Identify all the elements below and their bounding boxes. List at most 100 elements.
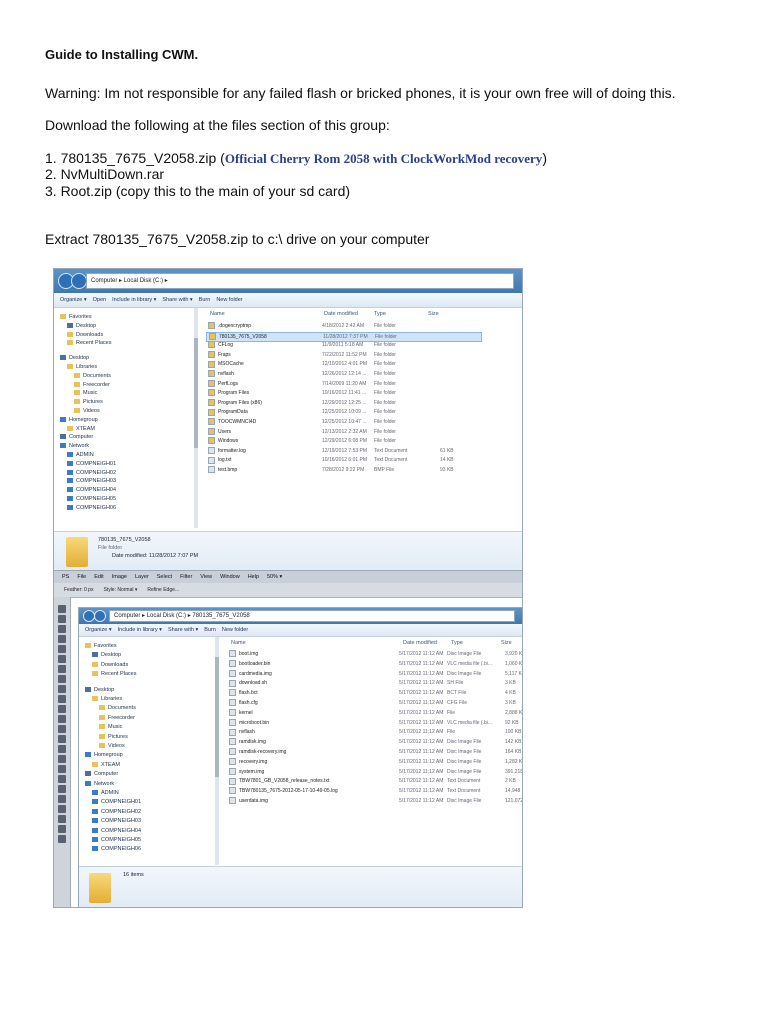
sidebar-item[interactable]: Freecorder [99,715,135,722]
address-path[interactable]: Computer ▸ Local Disk (C:) ▸ 780135_7675… [109,610,515,622]
sidebar-item[interactable]: Pictures [74,399,103,406]
sidebar-item[interactable]: Desktop [67,323,96,330]
sidebar-scrollbar[interactable] [194,308,198,528]
sidebar-item[interactable]: COMPNEIGH06 [92,846,141,853]
table-row[interactable]: boot.img 5/17/2012 11:12 AM Disc Image Fil… [227,650,522,658]
table-row[interactable]: MSOCache 12/10/2012 4:01 PM File folder [206,360,480,368]
sidebar-item[interactable]: COMPNEIGH04 [92,828,141,835]
tool-icon[interactable] [58,795,66,803]
column-header[interactable]: Name [231,640,246,646]
toolbar-item[interactable]: Burn [204,627,216,633]
table-row[interactable]: ramdisk-recovery.img 5/17/2012 11:12 AM Di… [227,748,522,756]
table-row[interactable]: flash.bct 5/17/2012 11:12 AM BCT File 4 KB [227,689,522,697]
tool-icon[interactable] [58,715,66,723]
tool-icon[interactable] [58,645,66,653]
tool-icon[interactable] [58,745,66,753]
sidebar-item[interactable]: Network [60,443,89,450]
photoshop-menu-item[interactable]: Edit [94,574,103,580]
table-row[interactable]: test.bmp 7/28/2012 9:22 PM BMP File 93 KB [206,466,480,474]
photoshop-menu-item[interactable]: Select [157,574,172,580]
table-row[interactable]: formatter.log 12/19/2012 7:53 PM Text Docu… [206,446,480,455]
address-path[interactable]: Computer ▸ Local Disk (C:) ▸ [86,273,514,289]
scrollbar-thumb[interactable] [215,657,219,777]
tool-icon[interactable] [58,705,66,713]
sidebar-item[interactable]: Videos [99,743,125,750]
forward-icon[interactable] [94,610,106,622]
sidebar-item[interactable]: Downloads [67,332,103,339]
tool-icon[interactable] [58,785,66,793]
photoshop-option[interactable]: Style: Normal ▾ [103,587,137,593]
table-row[interactable]: TBW7801_GB_V2058_release_notes.txt 5/17/2… [227,777,522,785]
sidebar-item[interactable]: Favorites [85,643,117,650]
tool-icon[interactable] [58,605,66,613]
toolbar-item[interactable]: Share with ▾ [162,297,192,303]
table-row[interactable]: Fraps 7/22/2012 11:52 PM File folder [206,350,480,359]
sidebar-item[interactable]: Desktop [85,687,114,694]
table-row[interactable]: kernel 5/17/2012 11:12 AMFile 2,888 KB [227,708,522,717]
sidebar-item[interactable]: ADMIN [67,452,94,459]
sidebar-item[interactable]: Network [85,781,114,788]
sidebar-item[interactable]: COMPNEIGH03 [92,818,141,825]
photoshop-menu-item[interactable]: Filter [180,574,192,580]
column-header[interactable]: Date modified [403,640,437,646]
table-row[interactable]: ProgramData 12/25/2012 10:09 ... File fold… [206,408,480,416]
tool-icon[interactable] [58,815,66,823]
toolbar-item[interactable]: Share with ▾ [168,627,198,633]
sidebar-item[interactable]: Computer [60,434,93,441]
tool-icon[interactable] [58,725,66,733]
sidebar-item[interactable]: COMPNEIGH02 [67,470,116,477]
table-row[interactable]: 780135_7675_V2058 11/28/2012 7:37 PM File … [206,331,482,342]
photoshop-menu-item[interactable]: PS [62,574,69,580]
tool-icon[interactable] [58,755,66,763]
column-header[interactable]: Size [501,640,512,646]
table-row[interactable]: log.txt 10/16/2012 6:01 PM Text Document 14… [206,456,480,464]
sidebar-item[interactable]: COMPNEIGH03 [67,478,116,485]
table-row[interactable]: userdata.img 5/17/2012 11:12 AM Disc Image… [227,797,522,805]
sidebar-item[interactable]: XTEAM [67,426,95,433]
toolbar-item[interactable]: Include in library ▾ [112,297,156,303]
table-row[interactable]: cardmedia.img 5/17/2012 11:12 AM Disc Imag… [227,669,522,678]
photoshop-menu-item[interactable]: Layer [135,574,149,580]
sidebar-item[interactable]: Documents [74,373,111,380]
tool-icon[interactable] [58,825,66,833]
sidebar-scrollbar[interactable] [215,637,219,865]
tool-icon[interactable] [58,735,66,743]
tool-icon[interactable] [58,615,66,623]
toolbar-item[interactable]: New folder [222,627,248,633]
table-row[interactable]: Windows 12/29/2012 6:08 PM File folder [206,437,480,445]
toolbar-item[interactable]: New folder [216,297,242,303]
table-row[interactable]: .dogencryptmp 4/18/2012 2:42 AM File folde… [206,322,480,330]
table-row[interactable]: system.img 5/17/2012 11:12 AM Disc Image F… [227,767,522,776]
sidebar-item[interactable]: Music [99,724,122,731]
tool-icon[interactable] [58,805,66,813]
table-row[interactable]: ramdisk.img 5/17/2012 11:12 AM Disc Image … [227,738,522,746]
sidebar-item[interactable]: Recent Places [67,340,111,347]
tool-icon[interactable] [58,775,66,783]
toolbar-item[interactable]: Include in library ▾ [118,627,162,633]
table-row[interactable]: CFLog 11/9/2011 5:18 AM File folder [206,341,480,349]
table-row[interactable]: TBW780135_7675-2012-05-17-10-49-05.log 5/… [227,787,522,795]
table-row[interactable]: TOOCWMNCI4D 12/25/2012 10:47 ... File fold… [206,418,480,426]
sidebar-item[interactable]: Pictures [99,734,128,741]
photoshop-menu-item[interactable]: View [200,574,212,580]
photoshop-menu-item[interactable]: Image [112,574,127,580]
table-row[interactable]: nvflash 12/26/2012 12:14 ... File folder [206,370,480,378]
tool-icon[interactable] [58,675,66,683]
sidebar-item[interactable]: COMPNEIGH01 [92,799,141,806]
toolbar-item[interactable]: Burn [199,297,211,303]
table-row[interactable]: PerfLogs 7/14/2009 11:20 AM File folder [206,379,480,388]
tool-icon[interactable] [58,695,66,703]
photoshop-menu-item[interactable]: 50% ▾ [267,574,282,580]
sidebar-item[interactable]: Music [74,390,97,397]
tool-icon[interactable] [58,665,66,673]
sidebar-item[interactable]: Freecorder [74,382,110,389]
sidebar-item[interactable]: XTEAM [92,762,120,769]
sidebar-item[interactable]: Libraries [67,364,97,371]
sidebar-item[interactable]: Recent Places [92,671,136,678]
photoshop-menu-item[interactable]: File [77,574,86,580]
table-row[interactable]: flash.cfg 5/17/2012 11:12 AM CFG File 3 KB [227,699,522,707]
sidebar-item[interactable]: Desktop [92,652,121,659]
sidebar-item[interactable]: COMPNEIGH04 [67,487,116,494]
sidebar-item[interactable]: Desktop [60,355,89,362]
tool-icon[interactable] [58,835,66,843]
